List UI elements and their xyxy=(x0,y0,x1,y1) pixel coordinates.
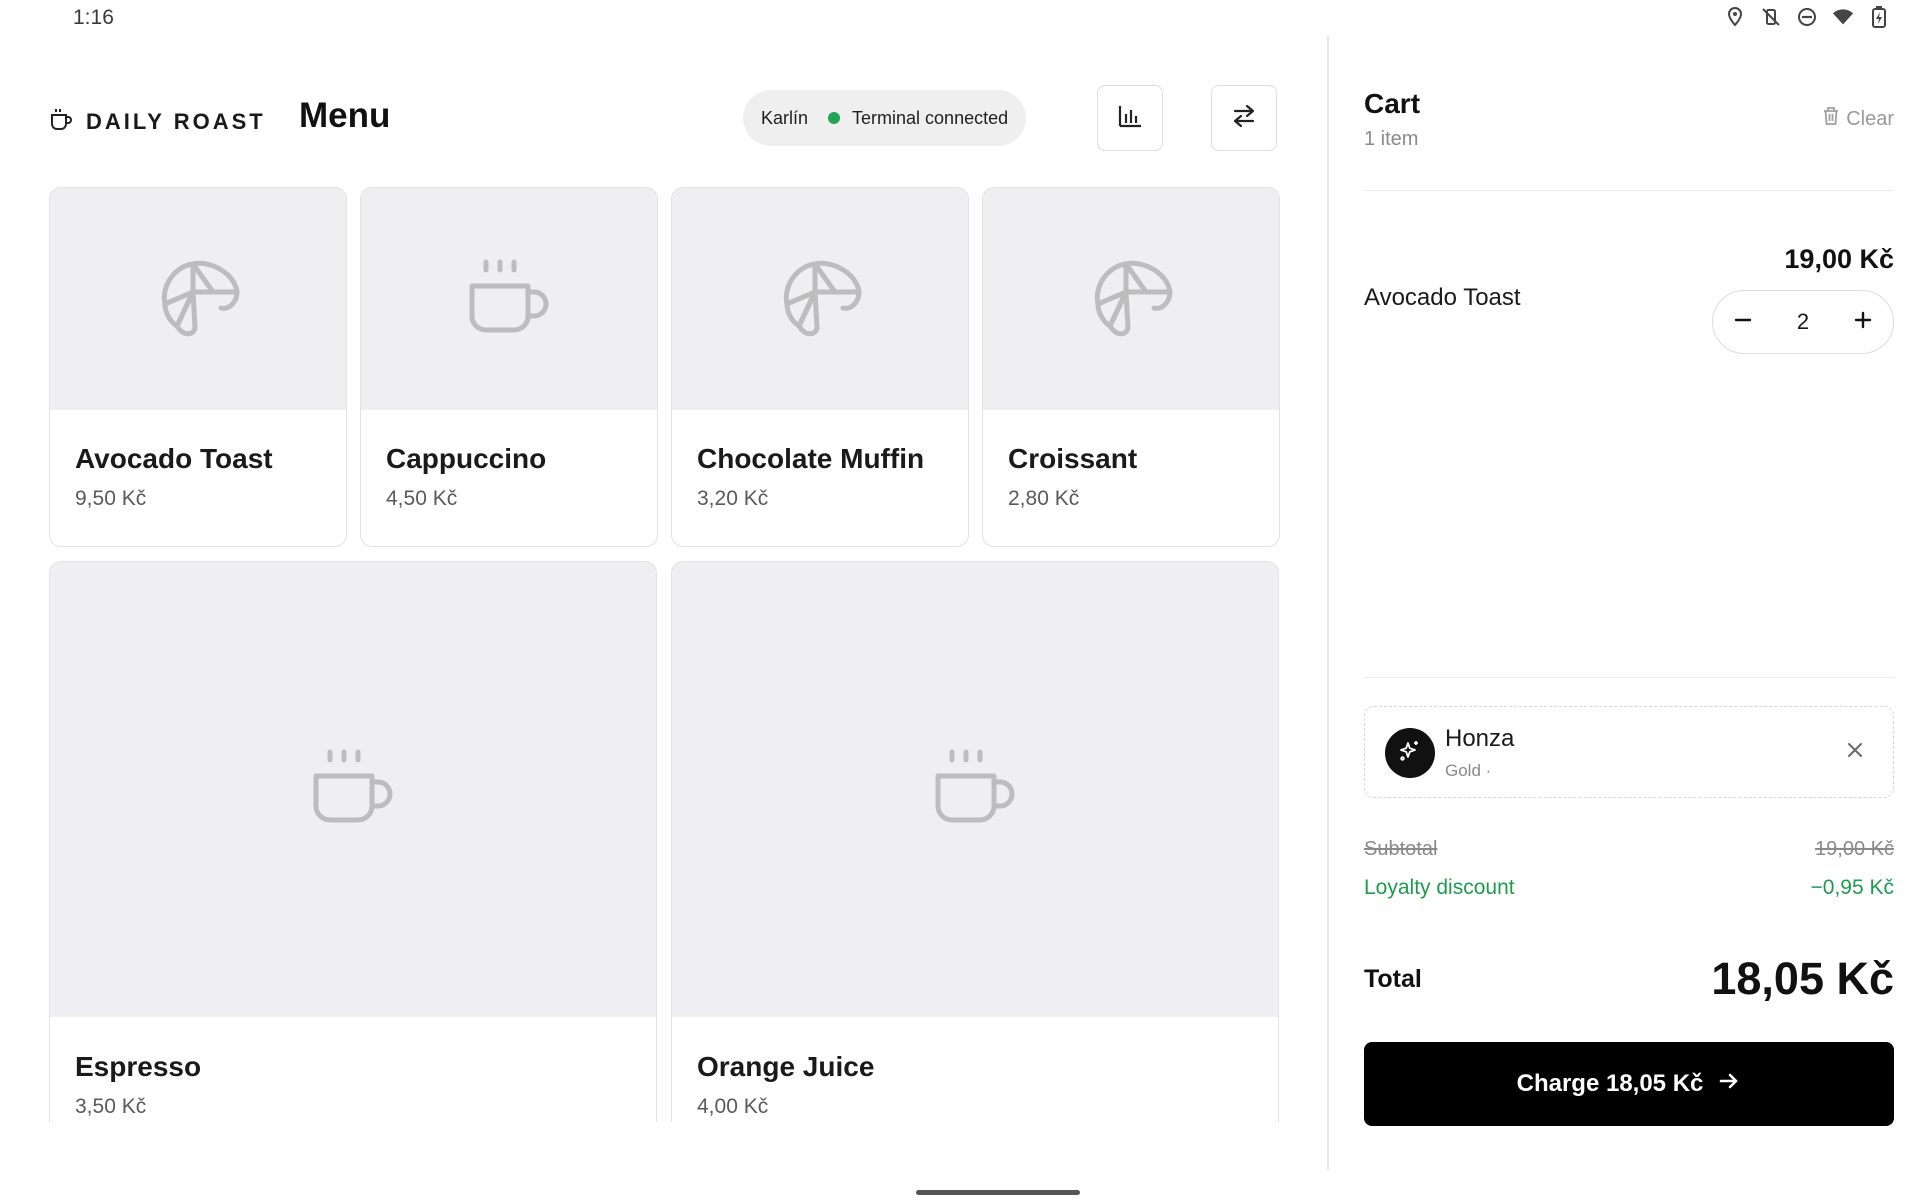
bar-chart-icon xyxy=(1116,102,1144,135)
cart-summary-divider xyxy=(1364,677,1894,678)
product-image xyxy=(672,188,968,410)
reports-button[interactable] xyxy=(1097,85,1163,151)
product-name: Avocado Toast xyxy=(75,443,273,474)
quantity-value: 2 xyxy=(1796,309,1810,334)
subtotal-value: 19,00 Kč xyxy=(1815,838,1894,860)
charge-label: Charge 18,05 Kč xyxy=(1516,1070,1704,1097)
product-tile-avocado-toast[interactable]: Avocado Toast 9,50 Kč xyxy=(49,187,347,547)
product-price: 2,80 Kč xyxy=(1008,487,1080,510)
menu-pane: DAILY ROAST Menu Karlín Terminal connect… xyxy=(0,36,1328,1122)
product-image xyxy=(50,562,656,1017)
status-bar: 1:16 xyxy=(0,0,1920,36)
brand-name: DAILY ROAST xyxy=(86,108,266,134)
line-item-name: Avocado Toast xyxy=(1364,284,1521,311)
croissant-icon xyxy=(1086,252,1176,347)
location-name: Karlín xyxy=(761,107,809,128)
page-title: Menu xyxy=(299,96,391,135)
product-name: Cappuccino xyxy=(386,443,547,474)
trash-icon xyxy=(1822,106,1840,132)
location-status-pill[interactable]: Karlín Terminal connected xyxy=(743,90,1027,146)
product-tile-croissant[interactable]: Croissant 2,80 Kč xyxy=(982,187,1280,547)
subtotal-label: Subtotal xyxy=(1364,838,1438,860)
total-value: 18,05 Kč xyxy=(1711,953,1894,1004)
product-tile-chocolate-muffin[interactable]: Chocolate Muffin 3,20 Kč xyxy=(671,187,969,547)
terminal-status: Terminal connected xyxy=(828,108,1008,129)
discount-label: Loyalty discount xyxy=(1364,876,1515,899)
subtotal-row: Subtotal 19,00 Kč xyxy=(1364,838,1894,861)
coffee-cup-icon xyxy=(464,252,554,347)
sparkle-icon xyxy=(1398,739,1422,768)
product-tile-espresso[interactable]: Espresso 3,50 Kč xyxy=(49,561,657,1122)
cart-panel: Cart 1 item Clear Avocado Toast 19,00 Kč… xyxy=(1364,36,1894,1136)
croissant-icon xyxy=(153,252,243,347)
customer-tier: Gold · xyxy=(1445,761,1492,780)
product-tile-cappuccino[interactable]: Cappuccino 4,50 Kč xyxy=(360,187,658,547)
cart-title: Cart xyxy=(1364,88,1421,119)
product-name: Orange Juice xyxy=(697,1051,875,1082)
avatar xyxy=(1385,728,1435,778)
do-not-disturb-icon xyxy=(1796,6,1818,28)
coffee-cup-icon xyxy=(930,742,1020,837)
decrease-quantity-button[interactable] xyxy=(1727,306,1759,338)
plus-icon xyxy=(1853,310,1873,335)
product-image xyxy=(361,188,657,410)
close-icon xyxy=(1846,741,1864,764)
home-indicator[interactable] xyxy=(916,1190,1080,1195)
customer-name: Honza xyxy=(1445,725,1515,752)
loyalty-customer-card[interactable]: Honza Gold · xyxy=(1364,706,1894,798)
product-name: Croissant xyxy=(1008,443,1138,474)
discount-row: Loyalty discount −0,95 Kč xyxy=(1364,876,1894,900)
croissant-icon xyxy=(775,252,865,347)
coffee-cup-icon xyxy=(308,742,398,837)
product-image xyxy=(672,562,1278,1017)
increase-quantity-button[interactable] xyxy=(1847,306,1879,338)
product-image xyxy=(983,188,1279,410)
clear-cart-button[interactable]: Clear xyxy=(1822,106,1894,132)
brand: DAILY ROAST xyxy=(48,106,266,137)
status-dot xyxy=(828,112,841,124)
system-icons xyxy=(1724,6,1890,28)
product-price: 4,00 Kč xyxy=(697,1095,769,1118)
coffee-cup-icon xyxy=(48,106,74,137)
product-price: 4,50 Kč xyxy=(386,487,458,510)
remove-customer-button[interactable] xyxy=(1843,740,1867,764)
minus-icon xyxy=(1733,310,1753,335)
battery-charging-icon xyxy=(1868,6,1890,28)
line-item-price: 19,00 Kč xyxy=(1784,244,1894,274)
terminal-status-label: Terminal connected xyxy=(852,107,1009,128)
status-time: 1:16 xyxy=(73,6,114,29)
quantity-stepper: 2 xyxy=(1712,290,1894,354)
clear-label: Clear xyxy=(1846,107,1894,130)
product-tile-orange-juice[interactable]: Orange Juice 4,00 Kč xyxy=(671,561,1279,1122)
arrow-right-icon xyxy=(1717,1069,1741,1100)
cart-item-count: 1 item xyxy=(1364,128,1419,150)
vibrate-off-icon xyxy=(1760,6,1782,28)
discount-value: −0,95 Kč xyxy=(1810,876,1894,899)
product-price: 9,50 Kč xyxy=(75,487,147,510)
total-label: Total xyxy=(1364,964,1422,993)
location-icon xyxy=(1724,6,1746,28)
switch-mode-button[interactable] xyxy=(1211,85,1277,151)
wifi-icon xyxy=(1832,6,1854,28)
pane-divider xyxy=(1327,36,1329,1170)
product-price: 3,50 Kč xyxy=(75,1095,147,1118)
product-price: 3,20 Kč xyxy=(697,487,769,510)
charge-button[interactable]: Charge 18,05 Kč xyxy=(1364,1042,1894,1126)
total-row: Total 18,05 Kč xyxy=(1364,953,1894,1005)
product-name: Chocolate Muffin xyxy=(697,443,925,474)
product-image xyxy=(50,188,346,410)
product-name: Espresso xyxy=(75,1051,202,1082)
cart-header-divider xyxy=(1364,190,1894,191)
swap-arrows-icon xyxy=(1230,102,1258,135)
